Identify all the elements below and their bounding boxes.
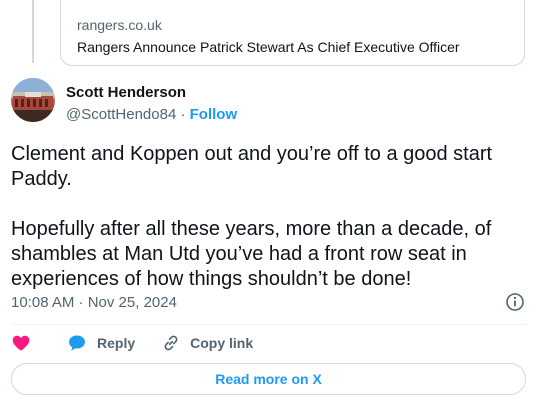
tweet-text: Clement and Koppen out and you’re off to…	[11, 142, 526, 292]
reply-icon	[69, 335, 85, 351]
link-title[interactable]: Rangers Announce Patrick Stewart As Chie…	[77, 39, 460, 55]
author-handle[interactable]: @ScottHendo84	[66, 106, 176, 123]
heart-icon	[12, 335, 30, 351]
tweet-paragraph: Clement and Koppen out and you’re off to…	[11, 143, 493, 190]
tweet-timestamp[interactable]: 10:08 AM · Nov 25, 2024	[11, 294, 177, 311]
tweet-paragraph: Hopefully after all these years, more th…	[11, 218, 492, 290]
info-icon[interactable]	[505, 292, 525, 312]
link-icon	[164, 335, 178, 351]
read-more-button[interactable]: Read more on X	[11, 363, 526, 395]
author-name[interactable]: Scott Henderson	[66, 84, 186, 101]
thread-line	[32, 0, 34, 63]
link-domain: rangers.co.uk	[77, 17, 162, 33]
like-button[interactable]	[11, 333, 31, 353]
reply-label: Reply	[97, 335, 136, 351]
copy-link-label: Copy link	[190, 335, 254, 351]
tweet-actions: Reply Copy link	[11, 333, 253, 353]
avatar[interactable]	[11, 78, 55, 122]
author-handle-row: @ScottHendo84 · Follow	[66, 106, 237, 123]
handle-separator: ·	[180, 106, 186, 123]
divider	[11, 324, 526, 325]
copy-link-button[interactable]: Copy link	[161, 333, 253, 353]
quoted-link-card[interactable]: rangers.co.uk Rangers Announce Patrick S…	[60, 0, 525, 66]
avatar-stadium-image	[11, 78, 55, 122]
reply-button[interactable]: Reply	[67, 333, 161, 353]
follow-button[interactable]: Follow	[190, 106, 238, 123]
